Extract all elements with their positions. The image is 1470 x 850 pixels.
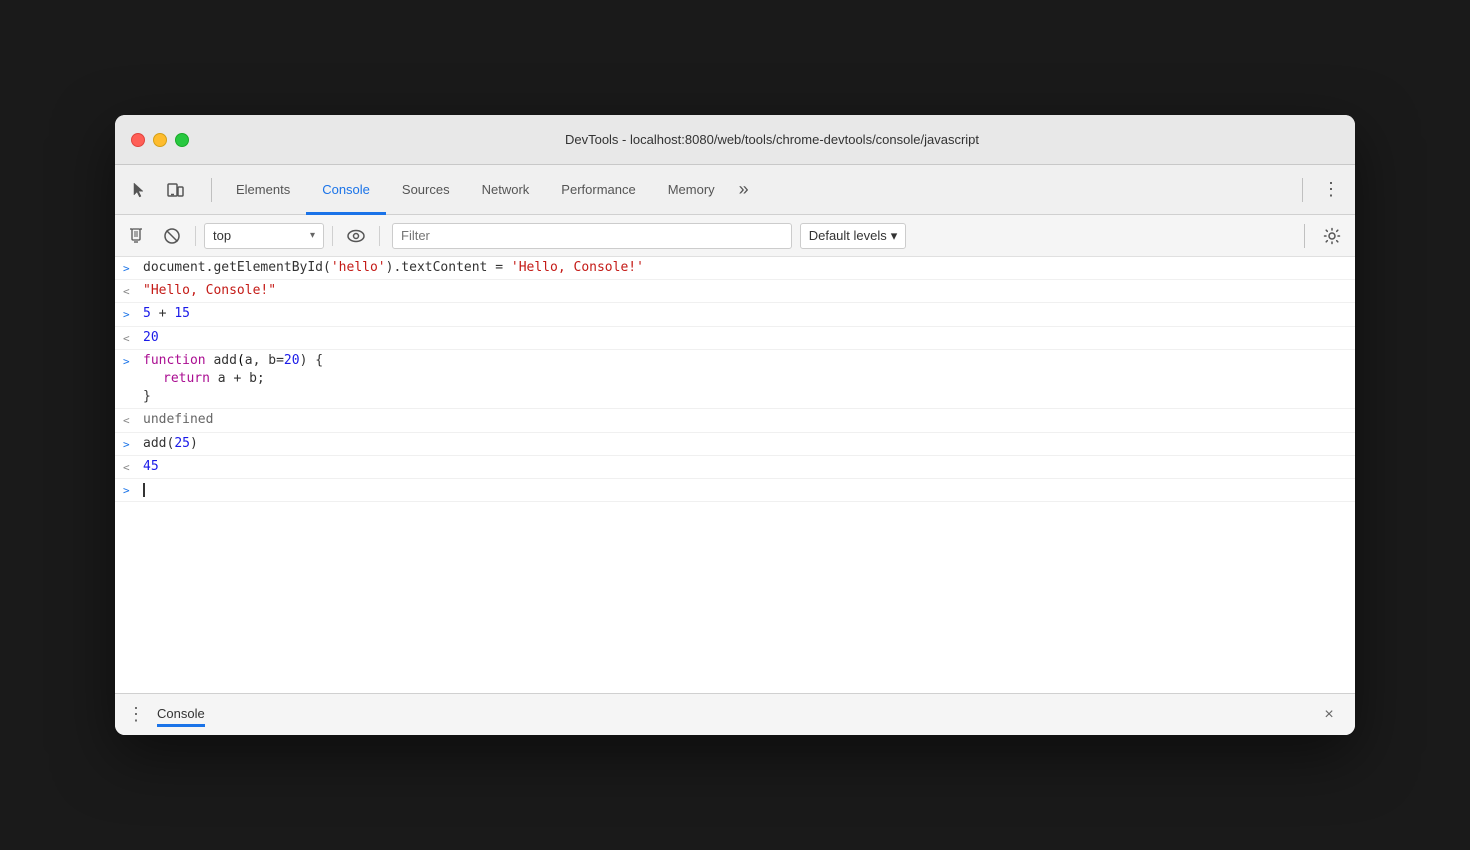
console-input-area[interactable] <box>143 481 1347 499</box>
line-content-2: "Hello, Console!" <box>143 282 1347 300</box>
title-bar: DevTools - localhost:8080/web/tools/chro… <box>115 115 1355 165</box>
tab-elements[interactable]: Elements <box>220 165 306 215</box>
bottom-bar: ⋮ Console × <box>115 693 1355 735</box>
line-content-3: 5 + 15 <box>143 305 1347 323</box>
console-line-1: > document.getElementById('hello').textC… <box>115 257 1355 280</box>
console-prompt-line[interactable]: > <box>115 479 1355 502</box>
live-expressions-button[interactable] <box>341 221 371 251</box>
eye-icon <box>346 227 366 245</box>
default-levels-label: Default levels <box>809 228 887 243</box>
line-content-1: document.getElementById('hello').textCon… <box>143 259 1347 277</box>
window-title: DevTools - localhost:8080/web/tools/chro… <box>205 132 1339 147</box>
tab-divider-2 <box>1302 178 1303 202</box>
toolbar-separator-1 <box>195 226 196 246</box>
context-value: top <box>213 228 306 243</box>
toolbar-divider <box>1304 224 1305 248</box>
maximize-button[interactable] <box>175 133 189 147</box>
console-output[interactable]: > document.getElementById('hello').textC… <box>115 257 1355 693</box>
tab-console[interactable]: Console <box>306 165 386 215</box>
console-line-8: < 45 <box>115 456 1355 479</box>
cursor-icon <box>130 181 148 199</box>
default-levels-button[interactable]: Default levels ▾ <box>800 223 907 249</box>
arrow-in-3: > <box>123 305 143 322</box>
bottom-console-tab[interactable]: Console <box>157 706 205 723</box>
bottom-dots-menu[interactable]: ⋮ <box>127 704 145 725</box>
context-selector[interactable]: top ▾ <box>204 223 324 249</box>
line-content-5: function add(a, b=20) { return a + b; } <box>143 352 1347 407</box>
levels-arrow-icon: ▾ <box>891 228 898 244</box>
tab-divider-1 <box>211 178 212 202</box>
arrow-out-2: < <box>123 282 143 299</box>
cursor-tool-button[interactable] <box>123 174 155 206</box>
clear-icon <box>129 227 147 245</box>
tab-performance[interactable]: Performance <box>545 165 651 215</box>
console-line-3: > 5 + 15 <box>115 303 1355 326</box>
more-options-button[interactable]: ⋮ <box>1315 174 1347 206</box>
tab-toolbar-icons <box>123 174 191 206</box>
close-button[interactable] <box>131 133 145 147</box>
console-line-2: < "Hello, Console!" <box>115 280 1355 303</box>
devtools-window: DevTools - localhost:8080/web/tools/chro… <box>115 115 1355 735</box>
block-icon <box>163 227 181 245</box>
clear-console-button[interactable] <box>123 221 153 251</box>
line-content-7: add(25) <box>143 435 1347 453</box>
filter-container <box>392 223 792 249</box>
traffic-lights <box>131 133 189 147</box>
arrow-out-4: < <box>123 329 143 346</box>
arrow-out-6: < <box>123 411 143 428</box>
line-content-6: undefined <box>143 411 1347 429</box>
console-line-4: < 20 <box>115 327 1355 350</box>
arrow-in-prompt: > <box>123 481 143 498</box>
console-line-6: < undefined <box>115 409 1355 432</box>
filter-input[interactable] <box>401 228 783 243</box>
gear-icon <box>1323 227 1341 245</box>
tabs-bar: Elements Console Sources Network Perform… <box>115 165 1355 215</box>
toolbar-separator-3 <box>379 226 380 246</box>
device-icon <box>166 181 184 199</box>
arrow-in-7: > <box>123 435 143 452</box>
toolbar-separator-2 <box>332 226 333 246</box>
bottom-close-button[interactable]: × <box>1315 701 1343 729</box>
console-toolbar: top ▾ Default levels ▾ <box>115 215 1355 257</box>
console-line-5: > function add(a, b=20) { return a + b; … <box>115 350 1355 410</box>
line-content-4: 20 <box>143 329 1347 347</box>
tab-memory[interactable]: Memory <box>652 165 731 215</box>
console-cursor <box>143 483 145 497</box>
tabs-right-actions: ⋮ <box>1294 174 1347 206</box>
console-line-7: > add(25) <box>115 433 1355 456</box>
chevron-down-icon: ▾ <box>310 230 315 241</box>
line-content-8: 45 <box>143 458 1347 476</box>
arrow-out-8: < <box>123 458 143 475</box>
tab-network[interactable]: Network <box>466 165 546 215</box>
tab-sources[interactable]: Sources <box>386 165 466 215</box>
no-log-button[interactable] <box>157 221 187 251</box>
device-toggle-button[interactable] <box>159 174 191 206</box>
arrow-in-5: > <box>123 352 143 369</box>
tabs-more-button[interactable]: » <box>731 179 757 200</box>
arrow-in-1: > <box>123 259 143 276</box>
settings-button[interactable] <box>1317 221 1347 251</box>
minimize-button[interactable] <box>153 133 167 147</box>
